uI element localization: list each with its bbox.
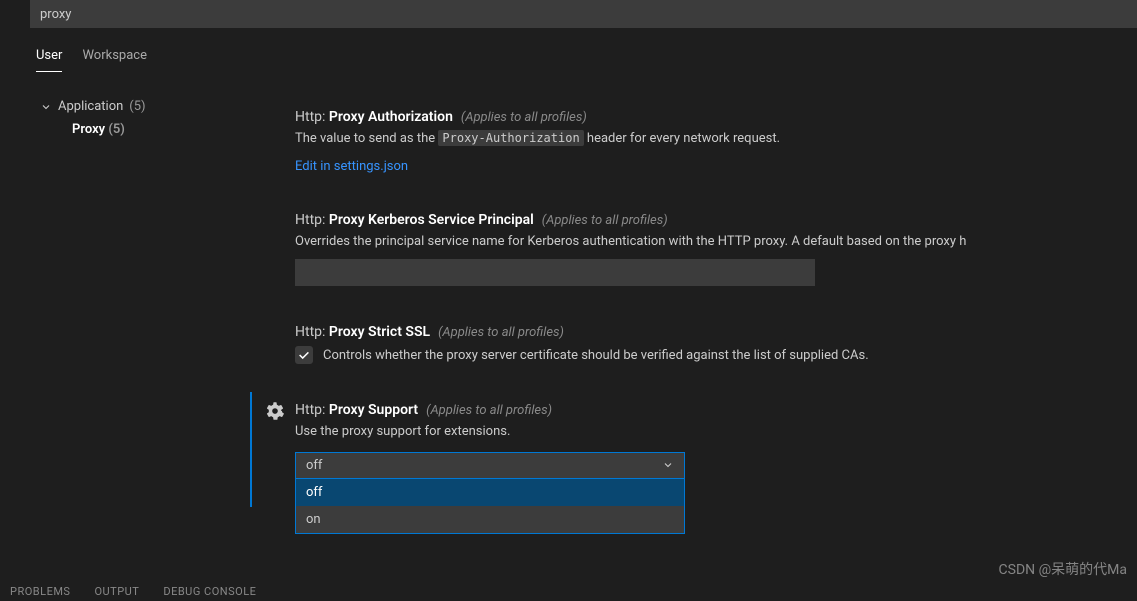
gear-icon bbox=[266, 402, 284, 420]
select-value: off bbox=[306, 458, 322, 473]
setting-name: Proxy Support bbox=[329, 402, 418, 418]
setting-scope: (Applies to all profiles) bbox=[542, 213, 668, 228]
tree-count: (5) bbox=[129, 99, 145, 114]
desc-text: header for every network request. bbox=[584, 131, 780, 146]
setting-title: Http: Proxy Strict SSL (Applies to all p… bbox=[295, 324, 1092, 340]
setting-proxy-kerberos-service-principal: Http: Proxy Kerberos Service Principal (… bbox=[250, 202, 1137, 315]
tree-label: Proxy bbox=[72, 122, 105, 137]
inline-code: Proxy-Authorization bbox=[438, 130, 583, 146]
proxy-kerberos-input[interactable] bbox=[295, 259, 815, 286]
bottom-panel-tabs: PROBLEMS OUTPUT DEBUG CONSOLE bbox=[0, 581, 1137, 601]
chevron-down-icon bbox=[662, 459, 674, 471]
select-option-off[interactable]: off bbox=[296, 479, 684, 506]
setting-proxy-strict-ssl: Http: Proxy Strict SSL (Applies to all p… bbox=[250, 314, 1137, 392]
tree-item-application[interactable]: Application (5) bbox=[40, 95, 240, 118]
proxy-support-select[interactable]: off bbox=[295, 452, 685, 479]
tree-label: Application bbox=[58, 99, 123, 114]
setting-gear-button[interactable] bbox=[266, 402, 284, 420]
setting-prefix: Http: bbox=[295, 212, 325, 228]
panel-tab-debug-console[interactable]: DEBUG CONSOLE bbox=[163, 585, 256, 598]
setting-prefix: Http: bbox=[295, 109, 325, 125]
tree-count: (5) bbox=[108, 122, 125, 137]
setting-description: Use the proxy support for extensions. bbox=[295, 422, 1092, 442]
checkmark-icon bbox=[297, 348, 311, 362]
checkbox-row: Controls whether the proxy server certif… bbox=[295, 346, 1092, 364]
settings-search-input[interactable] bbox=[40, 7, 1127, 22]
scope-tab-workspace[interactable]: Workspace bbox=[82, 48, 147, 72]
setting-title: Http: Proxy Authorization (Applies to al… bbox=[295, 109, 1092, 125]
proxy-strict-ssl-checkbox[interactable] bbox=[295, 346, 313, 364]
setting-scope: (Applies to all profiles) bbox=[426, 403, 552, 418]
setting-prefix: Http: bbox=[295, 402, 325, 418]
scope-tabs: User Workspace bbox=[36, 48, 147, 72]
setting-description: Overrides the principal service name for… bbox=[295, 232, 1092, 252]
select-option-on[interactable]: on bbox=[296, 506, 684, 533]
setting-name: Proxy Strict SSL bbox=[329, 324, 430, 340]
panel-tab-problems[interactable]: PROBLEMS bbox=[10, 585, 70, 598]
checkbox-label: Controls whether the proxy server certif… bbox=[323, 348, 869, 363]
setting-name: Proxy Authorization bbox=[329, 109, 453, 125]
setting-description: The value to send as the Proxy-Authoriza… bbox=[295, 129, 1092, 149]
setting-proxy-authorization: Http: Proxy Authorization (Applies to al… bbox=[250, 99, 1137, 202]
proxy-support-select-wrap: off off on bbox=[295, 452, 685, 479]
setting-title: Http: Proxy Kerberos Service Principal (… bbox=[295, 212, 1092, 228]
setting-title: Http: Proxy Support (Applies to all prof… bbox=[295, 402, 1092, 418]
proxy-support-dropdown: off on bbox=[295, 479, 685, 534]
chevron-down-icon bbox=[40, 101, 52, 113]
setting-name: Proxy Kerberos Service Principal bbox=[329, 212, 534, 228]
tree-item-proxy[interactable]: Proxy (5) bbox=[72, 118, 240, 141]
settings-tree-sidebar: Application (5) Proxy (5) bbox=[40, 95, 240, 141]
edit-in-settings-json-link[interactable]: Edit in settings.json bbox=[295, 159, 408, 174]
settings-search-bar[interactable] bbox=[30, 0, 1137, 28]
setting-scope: (Applies to all profiles) bbox=[461, 110, 587, 125]
setting-proxy-support: Http: Proxy Support (Applies to all prof… bbox=[250, 392, 1137, 507]
scope-tab-user[interactable]: User bbox=[36, 48, 62, 72]
desc-text: The value to send as the bbox=[295, 131, 438, 146]
panel-tab-output[interactable]: OUTPUT bbox=[94, 585, 139, 598]
setting-scope: (Applies to all profiles) bbox=[438, 325, 564, 340]
settings-list: Http: Proxy Authorization (Applies to al… bbox=[250, 95, 1137, 581]
setting-prefix: Http: bbox=[295, 324, 325, 340]
